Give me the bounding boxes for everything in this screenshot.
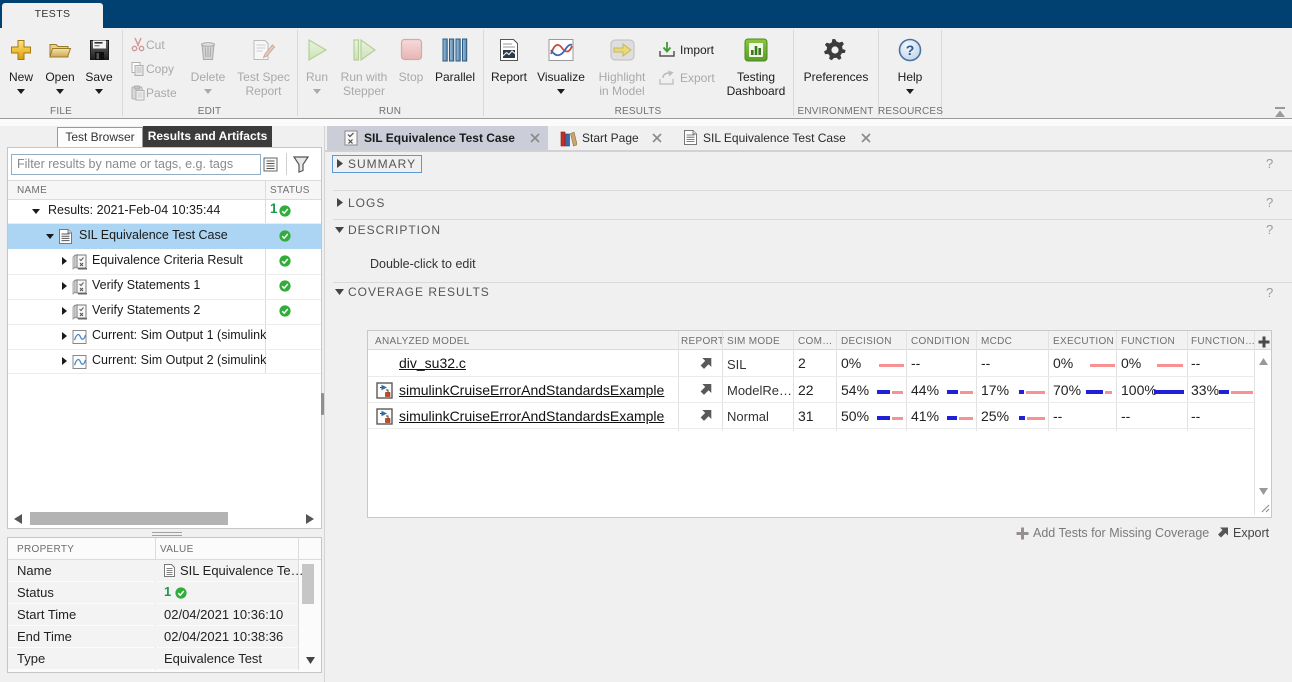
svg-text:?: ? bbox=[906, 42, 915, 58]
